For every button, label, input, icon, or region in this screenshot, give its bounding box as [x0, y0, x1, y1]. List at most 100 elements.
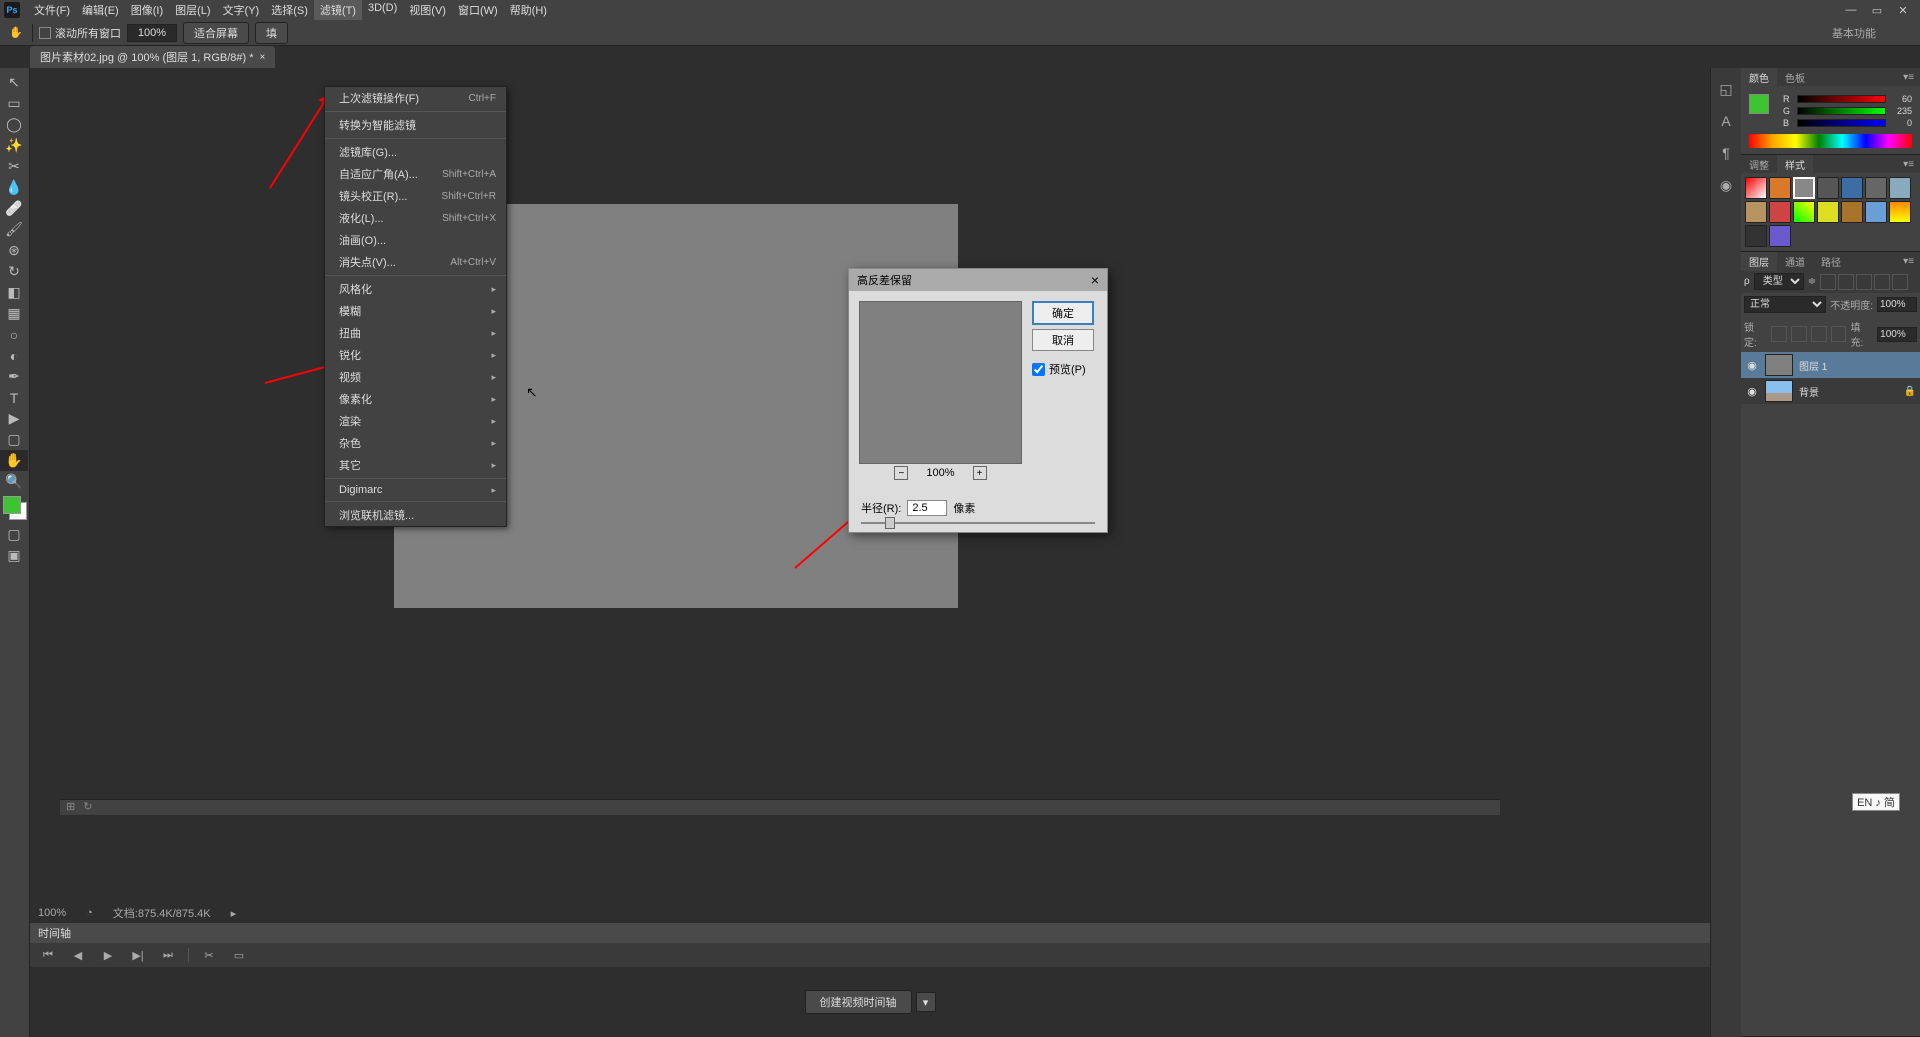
menu-lens-correction[interactable]: 镜头校正(R)...Shift+Ctrl+R	[325, 185, 506, 207]
timeline-tab[interactable]: 时间轴	[30, 923, 1710, 943]
r-slider[interactable]	[1797, 95, 1886, 103]
document-tab[interactable]: 图片素材02.jpg @ 100% (图层 1, RGB/8#) * ×	[30, 46, 275, 68]
lock-pixel-icon[interactable]	[1791, 326, 1807, 342]
path-selection-tool[interactable]: ▶	[0, 408, 28, 429]
ime-indicator[interactable]: EN ♪ 简	[1852, 793, 1900, 811]
tab-layers[interactable]: 图层	[1741, 252, 1777, 271]
eraser-tool[interactable]: ◧	[0, 282, 28, 303]
menu-noise[interactable]: 杂色▸	[325, 432, 506, 454]
menu-browse-online[interactable]: 浏览联机滤镜...	[325, 504, 506, 526]
lock-all-icon[interactable]	[1831, 326, 1847, 342]
b-slider[interactable]	[1797, 119, 1886, 127]
shape-tool[interactable]: ▢	[0, 429, 28, 450]
style-swatch[interactable]	[1745, 177, 1767, 199]
maximize-button[interactable]: ▭	[1864, 1, 1890, 19]
minimize-button[interactable]: —	[1838, 1, 1864, 19]
screenmode-tool[interactable]: ▣	[0, 545, 28, 566]
zoom-tool[interactable]: 🔍	[0, 471, 28, 492]
filter-shape-icon[interactable]	[1874, 274, 1890, 290]
menu-last-filter[interactable]: 上次滤镜操作(F)Ctrl+F	[325, 87, 506, 109]
lock-trans-icon[interactable]	[1771, 326, 1787, 342]
menu-digimarc[interactable]: Digimarc▸	[325, 481, 506, 499]
radius-slider[interactable]	[861, 522, 1095, 524]
dodge-tool[interactable]: ◐	[0, 345, 28, 366]
style-swatch[interactable]	[1817, 201, 1839, 223]
panel-menu-icon[interactable]: ▾≡	[1897, 256, 1920, 267]
menu-layer[interactable]: 图层(L)	[169, 0, 216, 20]
history-panel-icon[interactable]: ◱	[1713, 76, 1739, 102]
layer-filter-type[interactable]: 类型	[1754, 273, 1804, 290]
style-swatch[interactable]	[1769, 177, 1791, 199]
hand-tool[interactable]: ✋	[0, 450, 28, 471]
magic-wand-tool[interactable]: ✨	[0, 135, 28, 156]
zoom-input[interactable]	[127, 24, 177, 42]
tab-styles[interactable]: 样式	[1777, 155, 1813, 174]
lasso-tool[interactable]: ◯	[0, 114, 28, 135]
workspace-label[interactable]: 基本功能	[1824, 23, 1884, 43]
style-swatch[interactable]	[1793, 201, 1815, 223]
layer-row-bg[interactable]: ◉ 背景 🔒	[1741, 378, 1920, 404]
zoom-in-icon[interactable]: +	[973, 466, 987, 480]
menu-distort[interactable]: 扭曲▸	[325, 322, 506, 344]
color-swatch[interactable]	[3, 496, 27, 520]
menu-select[interactable]: 选择(S)	[265, 0, 314, 20]
panel-menu-icon[interactable]: ▾≡	[1897, 159, 1920, 170]
menu-stylize[interactable]: 风格化▸	[325, 278, 506, 300]
timeline-cut-icon[interactable]: ✂	[199, 947, 219, 963]
menu-liquify[interactable]: 液化(L)...Shift+Ctrl+X	[325, 207, 506, 229]
history-brush-tool[interactable]: ↻	[0, 261, 28, 282]
menu-other[interactable]: 其它▸	[325, 454, 506, 476]
g-slider[interactable]	[1797, 107, 1886, 115]
layer-thumbnail[interactable]	[1765, 354, 1793, 376]
menu-edit[interactable]: 编辑(E)	[76, 0, 125, 20]
timeline-trans-icon[interactable]: ▭	[229, 947, 249, 963]
fill-screen-button[interactable]: 填	[255, 22, 288, 44]
char-panel-icon[interactable]: A	[1713, 108, 1739, 134]
tab-adjustments[interactable]: 调整	[1741, 155, 1777, 174]
style-swatch[interactable]	[1793, 177, 1815, 199]
quickmask-tool[interactable]: ▢	[0, 524, 28, 545]
menu-vanishing[interactable]: 消失点(V)...Alt+Ctrl+V	[325, 251, 506, 273]
timeline-footer-icon2[interactable]: ↻	[83, 800, 92, 815]
status-zoom[interactable]: 100%	[38, 907, 66, 919]
style-swatch[interactable]	[1745, 201, 1767, 223]
dialog-close-icon[interactable]: ×	[1091, 272, 1099, 288]
timeline-play-icon[interactable]: ▶	[98, 947, 118, 963]
panel-menu-icon[interactable]: ▾≡	[1897, 72, 1920, 83]
ok-button[interactable]: 确定	[1032, 301, 1094, 325]
style-swatch[interactable]	[1889, 201, 1911, 223]
style-swatch[interactable]	[1817, 177, 1839, 199]
tab-paths[interactable]: 路径	[1813, 252, 1849, 271]
para-panel-icon[interactable]: ¶	[1713, 140, 1739, 166]
tab-channels[interactable]: 通道	[1777, 252, 1813, 271]
pen-tool[interactable]: ✒	[0, 366, 28, 387]
cancel-button[interactable]: 取消	[1032, 329, 1094, 351]
preview-check[interactable]	[1032, 363, 1045, 376]
menu-file[interactable]: 文件(F)	[28, 0, 76, 20]
menu-3d[interactable]: 3D(D)	[362, 0, 403, 20]
filter-pixel-icon[interactable]	[1820, 274, 1836, 290]
marquee-tool[interactable]: ▭	[0, 93, 28, 114]
color-preview[interactable]	[1749, 94, 1777, 122]
visibility-icon[interactable]: ◉	[1745, 384, 1759, 398]
menu-adaptive-wide[interactable]: 自适应广角(A)...Shift+Ctrl+A	[325, 163, 506, 185]
menu-type[interactable]: 文字(Y)	[217, 0, 266, 20]
tab-color[interactable]: 颜色	[1741, 68, 1777, 87]
slider-thumb[interactable]	[885, 517, 895, 529]
close-tab-icon[interactable]: ×	[260, 52, 266, 63]
type-tool[interactable]: T	[0, 387, 28, 408]
menu-image[interactable]: 图像(I)	[125, 0, 169, 20]
blur-tool[interactable]: ○	[0, 324, 28, 345]
menu-filter[interactable]: 滤镜(T)	[314, 0, 362, 20]
eyedropper-tool[interactable]: 💧	[0, 177, 28, 198]
timeline-prev-icon[interactable]: ◀	[68, 947, 88, 963]
close-button[interactable]: ✕	[1890, 1, 1916, 19]
timeline-dropdown-icon[interactable]: ▾	[916, 992, 936, 1012]
tab-swatches[interactable]: 色板	[1777, 68, 1813, 87]
lock-pos-icon[interactable]	[1811, 326, 1827, 342]
style-swatch[interactable]	[1889, 177, 1911, 199]
timeline-footer-icon1[interactable]: ⊞	[66, 800, 75, 815]
scroll-all-checkbox[interactable]: 滚动所有窗口	[39, 25, 121, 41]
menu-view[interactable]: 视图(V)	[403, 0, 452, 20]
layer-row-1[interactable]: ◉ 图层 1	[1741, 352, 1920, 378]
